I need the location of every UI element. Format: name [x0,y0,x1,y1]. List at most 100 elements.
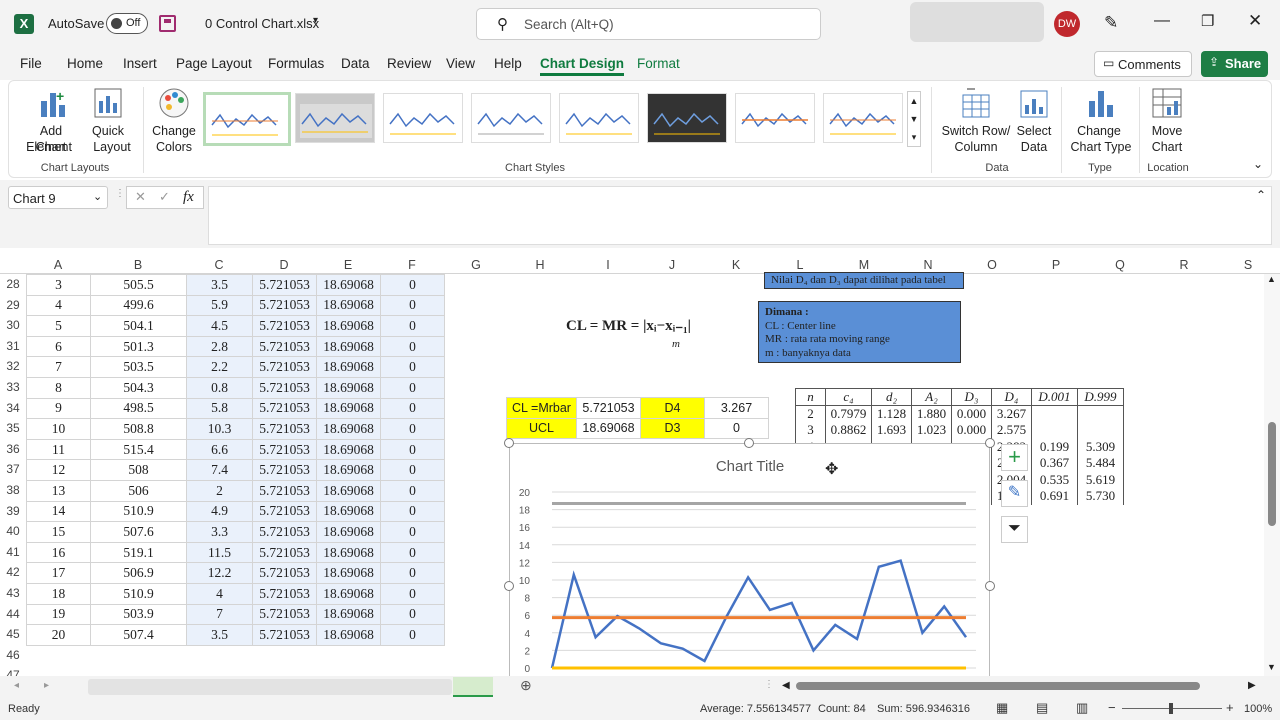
cell-b[interactable]: 503.9 [90,603,187,626]
chart-style-8[interactable] [823,93,903,143]
resize-handle[interactable] [744,438,754,448]
cell-d[interactable]: 5.721053 [252,479,317,502]
cell-b[interactable]: 504.1 [90,315,187,337]
cell-c[interactable]: 5.9 [186,294,253,317]
cell-c[interactable]: 11.5 [186,541,253,564]
row-header[interactable]: 39 [0,501,26,522]
cell-f[interactable]: 0 [380,500,445,523]
resize-handle[interactable] [504,438,514,448]
cell-b[interactable]: 504.3 [90,376,187,399]
column-header[interactable]: S [1216,256,1280,274]
autosave-toggle[interactable]: Off [106,13,148,34]
cell-a[interactable]: 7 [26,356,91,378]
cell-c[interactable]: 10.3 [186,418,253,440]
cell-d[interactable]: 5.721053 [252,521,317,543]
cell-c[interactable]: 3.3 [186,521,253,543]
comments-button[interactable]: ▭ Comments [1094,51,1192,77]
ucl-value-cell[interactable]: 18.69068 [576,417,641,440]
cl-label-cell[interactable]: CL =Mrbar [506,397,577,419]
cell-b[interactable]: 507.6 [90,521,187,543]
row-header[interactable]: 33 [0,377,26,398]
cell-e[interactable]: 18.69068 [316,376,381,399]
cell-e[interactable]: 18.69068 [316,479,381,502]
cell-a[interactable]: 6 [26,335,91,358]
active-sheet-tab[interactable] [453,677,493,697]
cell-d[interactable]: 5.721053 [252,397,317,420]
tab-data[interactable]: Data [341,56,370,71]
tab-chart-design[interactable]: Chart Design [540,56,625,76]
chart-style-2[interactable] [295,93,375,143]
cell-a[interactable]: 13 [26,479,91,502]
cell-b[interactable]: 508 [90,459,187,481]
tab-view[interactable]: View [446,56,475,71]
formula-input[interactable] [208,186,1272,245]
cell-d[interactable]: 5.721053 [252,315,317,337]
cell-d[interactable]: 5.721053 [252,541,317,564]
chart-container[interactable]: Chart Title 0 2 4 6 8 10 12 14 16 18 20 [509,443,990,676]
cell-f[interactable]: 0 [380,541,445,564]
tab-file[interactable]: File [20,56,42,71]
row-header[interactable]: 31 [0,336,26,357]
cell-b[interactable]: 505.5 [90,274,187,296]
cell-c[interactable]: 0.8 [186,376,253,399]
move-chart-button[interactable]: Move Chart [1145,85,1189,154]
cell-b[interactable]: 498.5 [90,397,187,420]
zoom-out-icon[interactable]: − [1108,700,1116,715]
row-header[interactable]: 45 [0,624,26,645]
collapse-ribbon-icon[interactable]: ⌄ [1253,157,1263,171]
cell-a[interactable]: 4 [26,294,91,317]
styles-scroll[interactable]: ▲ ▼ ▾ [907,91,921,147]
column-header[interactable]: H [508,256,572,274]
cell-f[interactable]: 0 [380,479,445,502]
row-header[interactable]: 47 [0,665,26,676]
row-header[interactable]: 36 [0,439,26,460]
cell-a[interactable]: 12 [26,459,91,481]
row-header[interactable]: 43 [0,583,26,604]
cell-e[interactable]: 18.69068 [316,459,381,481]
cell-b[interactable]: 510.9 [90,582,187,605]
cell-e[interactable]: 18.69068 [316,294,381,317]
cell-a[interactable]: 3 [26,274,91,296]
cell-a[interactable]: 17 [26,562,91,584]
cell-c[interactable]: 7.4 [186,459,253,481]
cell-f[interactable]: 0 [380,521,445,543]
zoom-slider-thumb[interactable] [1169,703,1173,714]
cell-d[interactable]: 5.721053 [252,356,317,378]
resize-handle[interactable] [985,581,995,591]
cell-d[interactable]: 5.721053 [252,438,317,461]
cell-e[interactable]: 18.69068 [316,397,381,420]
cell-f[interactable]: 0 [380,624,445,646]
cell-d[interactable]: 5.721053 [252,582,317,605]
row-header[interactable]: 44 [0,604,26,625]
tabs-options-icon[interactable]: ⋮ [764,679,774,690]
row-header[interactable]: 28 [0,274,26,295]
normal-view-icon[interactable]: ▦ [996,700,1008,716]
cell-e[interactable]: 18.69068 [316,603,381,626]
cell-b[interactable]: 506.9 [90,562,187,584]
cell-c[interactable]: 2 [186,479,253,502]
select-data-button[interactable]: Select Data [1013,85,1055,154]
cell-e[interactable]: 18.69068 [316,521,381,543]
column-header[interactable]: A [26,256,90,274]
ucl-label-cell[interactable]: UCL [506,417,577,440]
next-sheet-icon[interactable]: ▸ [44,680,49,691]
cell-d[interactable]: 5.721053 [252,294,317,317]
cell-e[interactable]: 18.69068 [316,274,381,296]
cell-a[interactable]: 5 [26,315,91,337]
cell-e[interactable]: 18.69068 [316,418,381,440]
save-icon[interactable] [159,15,176,32]
zoom-level[interactable]: 100% [1244,703,1272,715]
cell-d[interactable]: 5.721053 [252,500,317,523]
cell-c[interactable]: 4.5 [186,315,253,337]
cell-f[interactable]: 0 [380,562,445,584]
cell-e[interactable]: 18.69068 [316,438,381,461]
cell-e[interactable]: 18.69068 [316,541,381,564]
blurred-sheet-tabs[interactable] [88,679,452,695]
row-header[interactable]: 41 [0,542,26,563]
cell-f[interactable]: 0 [380,459,445,481]
confirm-icon[interactable]: ✓ [159,189,170,205]
cell-c[interactable]: 6.6 [186,438,253,461]
cell-b[interactable]: 507.4 [90,624,187,646]
hscroll-right-icon[interactable]: ▶ [1248,680,1256,691]
column-header[interactable]: G [444,256,508,274]
